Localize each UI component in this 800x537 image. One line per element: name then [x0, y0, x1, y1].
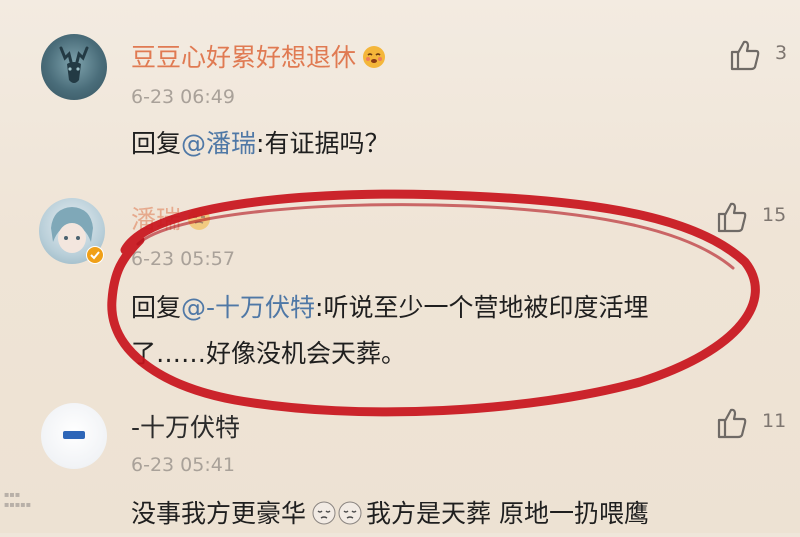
comment-username[interactable]: -十万伏特	[131, 408, 240, 444]
crying-face-icon	[338, 501, 362, 525]
comment-reply: 没事我方更豪华 我方是天葬 原地一扔喂鹰	[131, 499, 649, 528]
crying-face-icon	[312, 501, 336, 525]
watermark: ▪▪▪ ▪▪▪▪▪	[4, 490, 32, 509]
like-count: 11	[762, 410, 787, 432]
avatar[interactable]	[41, 403, 107, 469]
comment-thread: 豆豆心好累好想退休 6-23 06:49 回复@潘瑞:有证据吗？ 3 潘瑞 6-…	[0, 0, 800, 533]
like-button[interactable]: 11	[716, 404, 794, 444]
dash-avatar-icon	[63, 431, 85, 439]
thumbs-up-icon	[717, 408, 747, 439]
comment-timestamp: 6-23 05:41	[131, 454, 235, 476]
comment-item: -十万伏特 6-23 05:41 没事我方更豪华 我方是天葬 原地一扔喂鹰 11	[0, 0, 800, 533]
